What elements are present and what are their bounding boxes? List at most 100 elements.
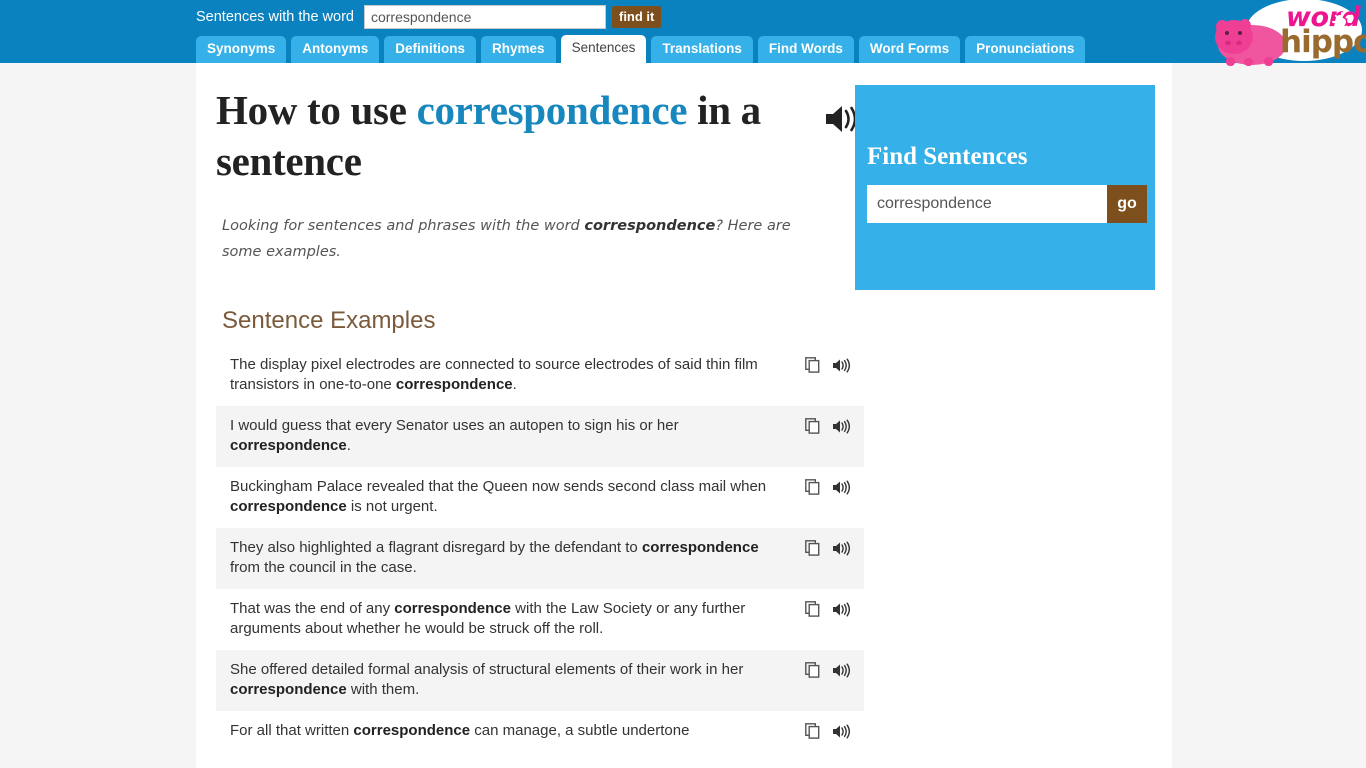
speaker-icon[interactable] [832,663,850,678]
sentence-actions [798,477,856,495]
tab-antonyms[interactable]: Antonyms [291,36,380,63]
copy-icon[interactable] [805,479,820,495]
sentence-keyword: correspondence [230,437,347,454]
sentence-text: That was the end of any correspondence w… [224,599,798,639]
tab-find-words[interactable]: Find Words [757,36,854,63]
tab-synonyms[interactable]: Synonyms [196,36,287,63]
sentence-text: The display pixel electrodes are connect… [224,355,798,395]
copy-icon-graphic [805,540,820,556]
tab-word-forms[interactable]: Word Forms [858,36,961,63]
header-search-label: Sentences with the word [196,9,354,25]
sentence-text-before: For all that written [230,722,354,739]
sentence-keyword: correspondence [353,722,471,739]
sentence-text-before: She offered detailed formal analysis of … [230,661,744,678]
sentence-row: Buckingham Palace revealed that the Quee… [216,467,864,528]
page-title-prefix: How to use [216,87,407,133]
sentence-row: The display pixel electrodes are connect… [216,345,864,406]
sentence-row: She offered detailed formal analysis of … [216,650,864,711]
sentence-actions [798,538,856,556]
sentence-keyword: correspondence [230,498,347,515]
copy-icon[interactable] [805,357,820,373]
speaker-icon[interactable] [832,358,850,373]
copy-icon-graphic [805,662,820,678]
page-title-keyword: correspondence [416,87,688,133]
copy-icon-graphic [805,723,820,739]
sentence-row: For all that written correspondence can … [216,711,864,752]
sun-icon-graphic [1332,12,1352,32]
sentence-row: That was the end of any correspondence w… [216,589,864,650]
page-lede: Looking for sentences and phrases with t… [222,213,822,265]
top-header-bar: Sentences with the word find it Synonyms… [0,0,1366,66]
sentence-examples-list: The display pixel electrodes are connect… [216,345,864,752]
copy-icon[interactable] [805,662,820,678]
copy-icon-graphic [805,357,820,373]
sentence-text-before: They also highlighted a flagrant disrega… [230,539,642,556]
sentence-text: They also highlighted a flagrant disrega… [224,538,798,578]
sentence-keyword: correspondence [641,539,759,556]
sentence-text-before: Buckingham Palace revealed that the Quee… [230,478,767,495]
find-sentences-go-button[interactable]: go [1107,185,1147,223]
section-title-sentence-examples: Sentence Examples [222,307,436,334]
lede-keyword: correspondence [584,218,716,234]
find-sentences-panel: Find Sentences go [855,85,1155,290]
sentence-row: They also highlighted a flagrant disrega… [216,528,864,589]
sentence-text-before: I would guess that every Senator uses an… [230,417,679,434]
sentence-keyword: correspondence [394,600,511,617]
sentence-text: For all that written correspondence can … [224,721,798,741]
page-title: How to use correspondence in a sentence [216,85,776,187]
find-it-button[interactable]: find it [611,6,662,28]
sentence-text-after: with them. [346,681,420,698]
primary-nav-tabs: Synonyms Antonyms Definitions Rhymes Sen… [196,35,1090,63]
sentence-actions [798,721,856,739]
sentence-text-after: is not urgent. [346,498,438,515]
copy-icon-graphic [805,418,820,434]
header-search-input[interactable] [363,5,606,29]
speaker-icon-graphic [833,358,850,372]
copy-icon[interactable] [805,540,820,556]
sentence-text-after: can manage, a subtle undertone [470,722,690,739]
speaker-icon-graphic [833,724,850,738]
tab-rhymes[interactable]: Rhymes [481,36,556,63]
tab-pronunciations[interactable]: Pronunciations [965,36,1086,63]
sentence-text: She offered detailed formal analysis of … [224,660,798,700]
copy-icon-graphic [805,479,820,495]
copy-icon[interactable] [805,418,820,434]
sentence-actions [798,416,856,434]
tab-translations[interactable]: Translations [651,36,753,63]
copy-icon[interactable] [805,601,820,617]
speaker-icon[interactable] [832,541,850,556]
sun-icon[interactable] [1332,12,1352,32]
speaker-icon-graphic [833,480,850,494]
sentence-keyword: correspondence [395,376,513,393]
logo-hippo-text: hippo [1280,24,1366,60]
sentence-actions [798,599,856,617]
find-sentences-input[interactable] [867,185,1107,223]
main-column: How to use correspondence in a sentence … [216,85,864,752]
sentence-row: I would guess that every Senator uses an… [216,406,864,467]
speaker-icon[interactable] [832,480,850,495]
header-search-form: Sentences with the word find it [196,4,662,30]
content-canvas: How to use correspondence in a sentence … [196,63,1172,768]
find-sentences-form: go [867,185,1147,223]
copy-icon-graphic [805,601,820,617]
tab-sentences[interactable]: Sentences [560,35,647,63]
sentence-text: I would guess that every Senator uses an… [224,416,798,456]
sentence-text-after: . [512,376,517,393]
find-sentences-title: Find Sentences [867,143,1028,170]
sentence-text: Buckingham Palace revealed that the Quee… [224,477,798,517]
copy-icon[interactable] [805,723,820,739]
sentence-text-after: from the council in the case. [230,559,417,576]
speaker-icon-graphic [833,663,850,677]
sentence-text-before: That was the end of any [230,600,395,617]
lede-before: Looking for sentences and phrases with t… [222,218,585,234]
speaker-icon[interactable] [832,419,850,434]
speaker-icon-graphic [833,541,850,555]
wordhippo-logo[interactable]: word hippo [1212,0,1366,69]
speaker-icon-graphic [833,602,850,616]
tab-definitions[interactable]: Definitions [384,36,477,63]
header-inner: Sentences with the word find it Synonyms… [196,0,1366,66]
sentence-keyword: correspondence [230,681,347,698]
speaker-icon[interactable] [832,724,850,739]
speaker-icon[interactable] [832,602,850,617]
sentence-actions [798,355,856,373]
